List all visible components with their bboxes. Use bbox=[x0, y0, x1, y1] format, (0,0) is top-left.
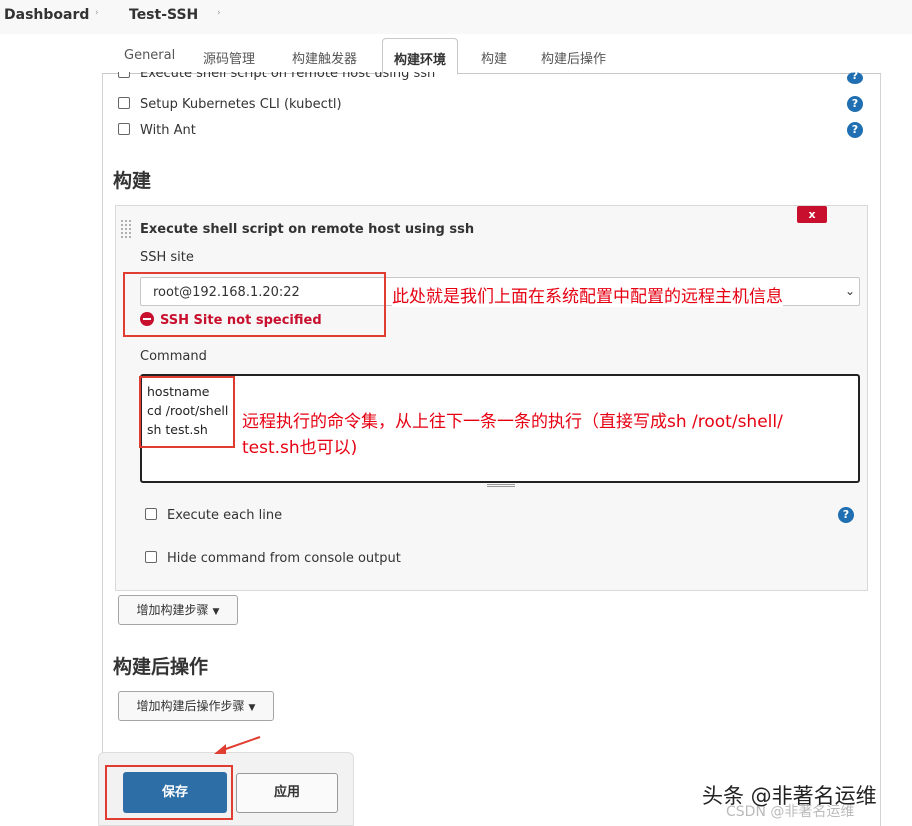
tab-build[interactable]: 构建 bbox=[481, 48, 507, 67]
delete-step-button[interactable]: x bbox=[797, 206, 827, 223]
help-icon[interactable]: ? bbox=[847, 122, 863, 138]
annotation-box-ssh-site bbox=[123, 272, 386, 337]
breadcrumb-test-ssh[interactable]: Test-SSH bbox=[129, 7, 198, 23]
option-label: With Ant bbox=[140, 123, 196, 138]
config-tabs: General 源码管理 构建触发器 构建环境 构建 构建后操作 bbox=[102, 34, 881, 75]
tab-build-environment[interactable]: 构建环境 bbox=[382, 38, 459, 75]
option-execute-each-line[interactable]: Execute each line bbox=[145, 508, 282, 523]
option-label: Setup Kubernetes CLI (kubectl) bbox=[140, 97, 342, 112]
tab-build-triggers[interactable]: 构建触发器 bbox=[292, 48, 357, 67]
add-post-build-step-button[interactable]: 增加构建后操作步骤 ▼ bbox=[118, 691, 274, 721]
step-title: Execute shell script on remote host usin… bbox=[140, 222, 475, 237]
tab-post-build[interactable]: 构建后操作 bbox=[541, 48, 606, 67]
apply-button[interactable]: 应用 bbox=[236, 773, 338, 813]
checkbox[interactable] bbox=[145, 508, 157, 520]
checkbox[interactable] bbox=[118, 123, 130, 135]
drag-handle-icon[interactable] bbox=[120, 219, 132, 239]
annotation-command-line1: 远程执行的命令集，从上往下一条一条的执行（直接写成sh /root/shell/ bbox=[242, 412, 783, 432]
textarea-resize-handle[interactable] bbox=[487, 484, 515, 487]
annotation-ssh-site: 此处就是我们上面在系统配置中配置的远程主机信息 bbox=[392, 282, 783, 307]
option-with-ant[interactable]: With Ant bbox=[118, 123, 196, 138]
option-setup-kubernetes-cli[interactable]: Setup Kubernetes CLI (kubectl) bbox=[118, 97, 342, 112]
breadcrumb: Dashboard › Test-SSH › bbox=[0, 0, 912, 34]
annotation-box-command bbox=[139, 376, 235, 448]
annotation-arrow-icon bbox=[214, 736, 261, 754]
command-label: Command bbox=[140, 349, 207, 364]
tab-source-management[interactable]: 源码管理 bbox=[203, 48, 255, 67]
option-hide-command[interactable]: Hide command from console output bbox=[145, 551, 401, 566]
option-execute-shell-ssh[interactable]: Execute shell script on remote host usin… bbox=[118, 72, 435, 86]
annotation-box-save bbox=[105, 765, 233, 820]
add-build-step-button[interactable]: 增加构建步骤 ▼ bbox=[118, 595, 238, 625]
option-label: Hide command from console output bbox=[167, 551, 401, 566]
checkbox[interactable] bbox=[118, 72, 130, 78]
ssh-site-label: SSH site bbox=[140, 250, 194, 265]
tab-general[interactable]: General bbox=[124, 48, 175, 63]
help-icon[interactable]: ? bbox=[847, 70, 863, 84]
watermark: 头条 @非著名运维 bbox=[702, 784, 877, 808]
help-icon[interactable]: ? bbox=[847, 96, 863, 112]
section-title-post-build: 构建后操作 bbox=[113, 656, 209, 678]
breadcrumb-separator-icon: › bbox=[95, 8, 99, 18]
chevron-down-icon: ⌄ bbox=[844, 284, 855, 298]
help-icon[interactable]: ? bbox=[838, 507, 854, 523]
breadcrumb-dashboard[interactable]: Dashboard bbox=[4, 7, 89, 23]
checkbox[interactable] bbox=[118, 97, 130, 109]
option-label: Execute each line bbox=[167, 508, 283, 523]
annotation-command-line2: test.sh也可以) bbox=[242, 438, 358, 458]
option-label: Execute shell script on remote host usin… bbox=[140, 72, 436, 81]
checkbox[interactable] bbox=[145, 551, 157, 563]
caret-down-icon: ▼ bbox=[212, 607, 220, 617]
breadcrumb-separator-icon: › bbox=[217, 8, 221, 18]
section-title-build: 构建 bbox=[113, 170, 152, 192]
caret-down-icon: ▼ bbox=[248, 703, 256, 713]
